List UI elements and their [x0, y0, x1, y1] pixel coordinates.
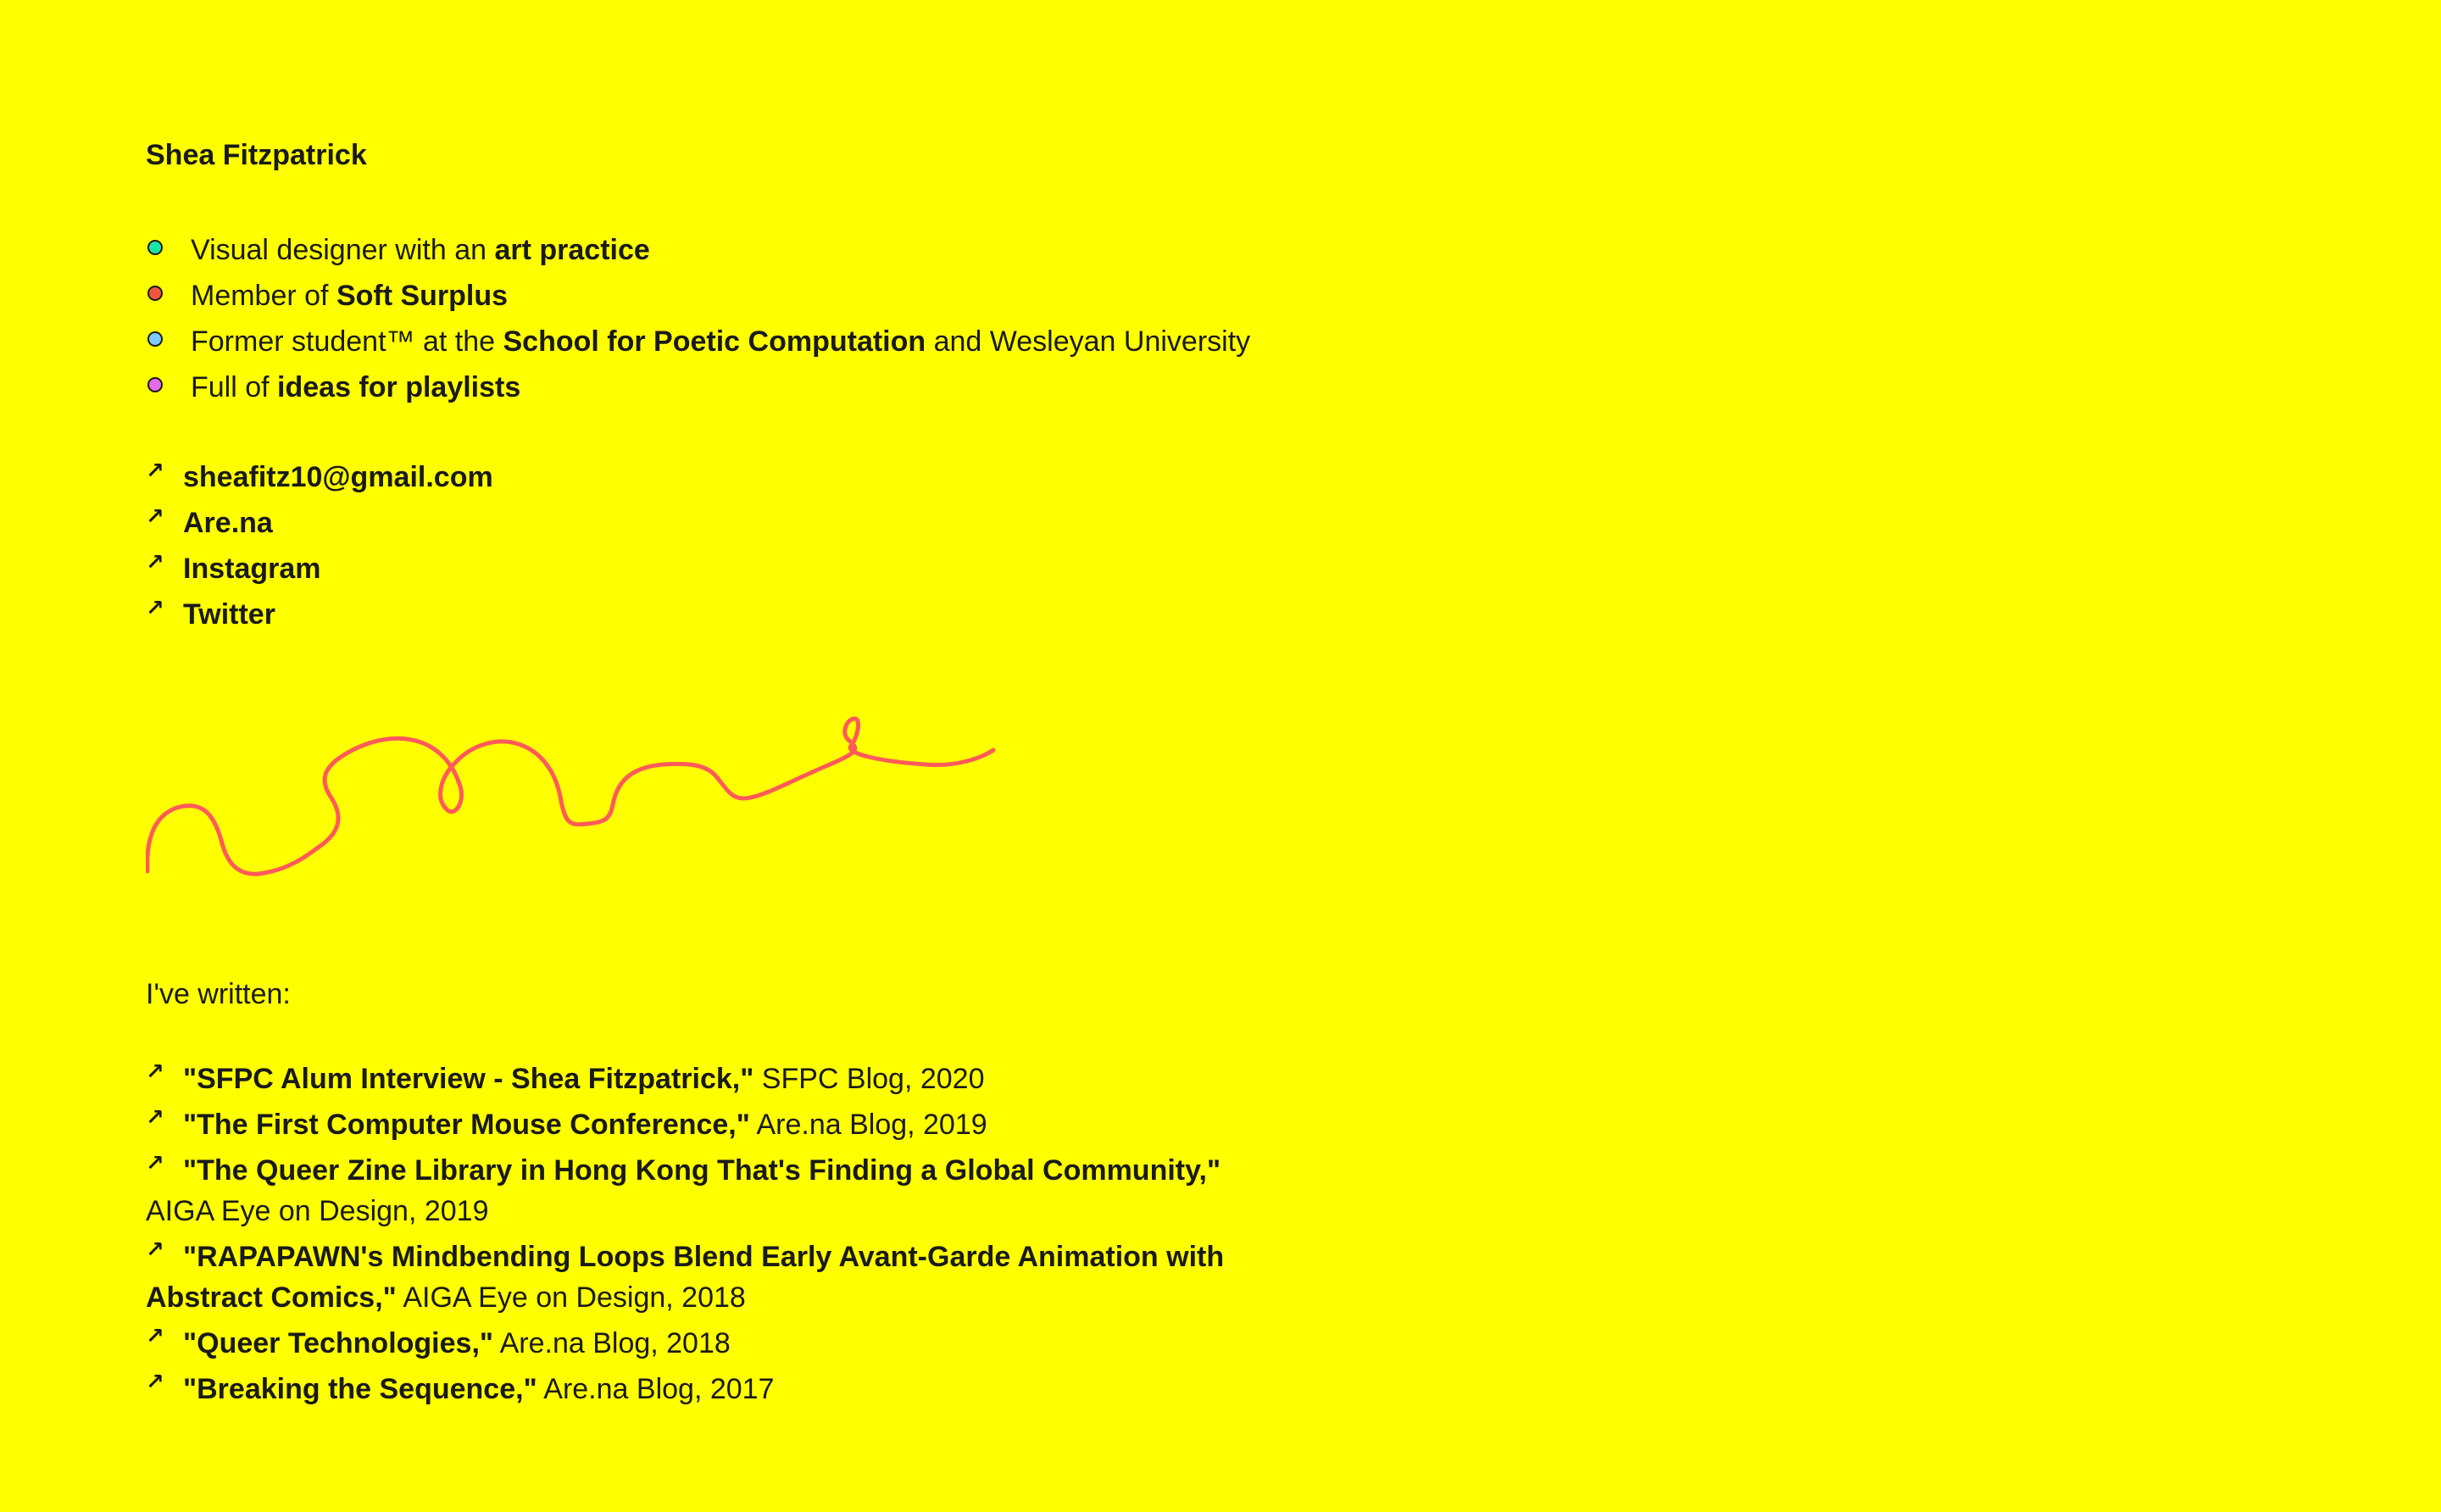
- writing-item: ↗ "Breaking the Sequence," Are.na Blog, 2…: [146, 1369, 1248, 1409]
- arrow-up-right-icon: ↗: [146, 549, 164, 575]
- arrow-up-right-icon: ↗: [146, 595, 164, 620]
- email-link[interactable]: sheafitz10@gmail.com: [183, 461, 493, 493]
- article-link[interactable]: "Queer Technologies,": [183, 1327, 493, 1359]
- article-source: AIGA Eye on Design, 2019: [146, 1195, 489, 1227]
- article-source: Are.na Blog, 2019: [749, 1109, 987, 1141]
- circle-icon: [147, 240, 163, 255]
- about-item: Full of ideas for playlists: [146, 364, 1250, 410]
- writing-item: ↗ "SFPC Alum Interview - Shea Fitzpatrick…: [146, 1059, 1248, 1099]
- writing-item: ↗ "Queer Technologies," Are.na Blog, 2018: [146, 1323, 1248, 1364]
- article-link[interactable]: "The Queer Zine Library in Hong Kong Tha…: [183, 1154, 1220, 1187]
- writing-item: ↗ "The First Computer Mouse Conference," …: [146, 1104, 1248, 1145]
- twitter-link[interactable]: Twitter: [183, 598, 275, 631]
- about-item: Former student™ at the School for Poetic…: [146, 319, 1250, 364]
- contact-links: ↗ sheafitz10@gmail.com ↗ Are.na ↗ Instag…: [146, 454, 493, 637]
- arrow-up-right-icon: ↗: [146, 1059, 164, 1084]
- article-source: AIGA Eye on Design, 2018: [396, 1281, 746, 1314]
- about-text: Visual designer with an: [191, 234, 495, 266]
- arena-link[interactable]: Are.na: [183, 507, 273, 539]
- about-text: Former student™ at the: [191, 325, 503, 358]
- article-link[interactable]: "SFPC Alum Interview - Shea Fitzpatrick,…: [183, 1063, 753, 1095]
- arrow-up-right-icon: ↗: [146, 1237, 164, 1262]
- soft-surplus-link[interactable]: Soft Surplus: [336, 280, 508, 312]
- arrow-up-right-icon: ↗: [146, 1150, 164, 1176]
- arrow-up-right-icon: ↗: [146, 458, 164, 483]
- art-practice-link[interactable]: art practice: [494, 234, 649, 266]
- about-list: Visual designer with an art practice Mem…: [146, 227, 1250, 410]
- about-text: Member of: [191, 280, 336, 312]
- article-source: Are.na Blog, 2018: [493, 1327, 731, 1359]
- contact-link-item: ↗ Twitter: [146, 592, 493, 637]
- article-link[interactable]: "The First Computer Mouse Conference,": [183, 1109, 750, 1141]
- squiggle-line: [146, 716, 996, 876]
- about-item: Member of Soft Surplus: [146, 273, 1250, 319]
- about-item: Visual designer with an art practice: [146, 227, 1250, 273]
- arrow-up-right-icon: ↗: [146, 1104, 164, 1130]
- writing-list: ↗ "SFPC Alum Interview - Shea Fitzpatrick…: [146, 1059, 1248, 1415]
- circle-icon: [147, 286, 163, 301]
- article-source: Are.na Blog, 2017: [537, 1373, 775, 1405]
- arrow-up-right-icon: ↗: [146, 503, 164, 529]
- instagram-link[interactable]: Instagram: [183, 553, 321, 585]
- circle-icon: [147, 377, 163, 392]
- writing-item: ↗ "RAPAPAWN's Mindbending Loops Blend Ear…: [146, 1237, 1248, 1318]
- circle-icon: [147, 331, 163, 347]
- sfpc-link[interactable]: School for Poetic Computation: [503, 325, 926, 358]
- page-title: Shea Fitzpatrick: [146, 139, 367, 171]
- article-source: SFPC Blog, 2020: [753, 1063, 985, 1095]
- arrow-up-right-icon: ↗: [146, 1323, 164, 1348]
- playlists-link[interactable]: ideas for playlists: [277, 371, 520, 403]
- about-text: and Wesleyan University: [926, 325, 1251, 358]
- contact-link-item: ↗ sheafitz10@gmail.com: [146, 454, 493, 500]
- arrow-up-right-icon: ↗: [146, 1369, 164, 1394]
- contact-link-item: ↗ Instagram: [146, 546, 493, 592]
- contact-link-item: ↗ Are.na: [146, 500, 493, 546]
- article-link[interactable]: "Breaking the Sequence,": [183, 1373, 537, 1405]
- squiggle-drawing: [146, 716, 996, 876]
- writing-heading: I've written:: [146, 978, 291, 1010]
- writing-item: ↗ "The Queer Zine Library in Hong Kong Th…: [146, 1150, 1248, 1231]
- about-text: Full of: [191, 371, 278, 403]
